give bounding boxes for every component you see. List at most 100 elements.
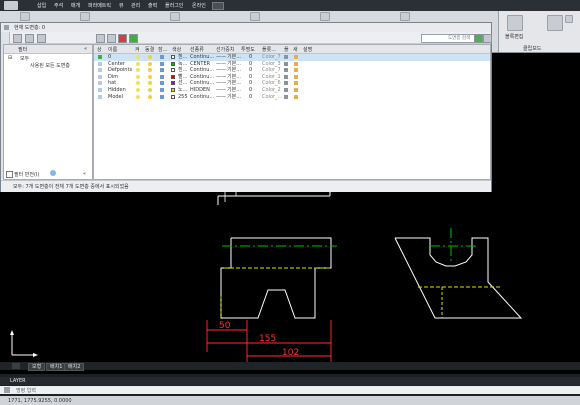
col-plotstyle[interactable]: 플롯... (262, 46, 276, 53)
layer-name[interactable]: Hidden (108, 87, 126, 94)
layer-name[interactable]: Defpoints (108, 67, 132, 74)
new-vp-freeze-icon[interactable] (294, 55, 298, 59)
layer-linetype[interactable]: Continu... (190, 94, 214, 101)
new-vp-freeze-icon[interactable] (294, 61, 298, 66)
sun-icon[interactable] (148, 61, 152, 66)
layer-status-icon[interactable] (98, 88, 102, 92)
state-manager-icon[interactable] (37, 34, 46, 43)
layer-status-icon[interactable] (98, 61, 102, 66)
collapse-bottom-icon[interactable]: « (83, 171, 86, 177)
settings-icon[interactable] (483, 34, 492, 43)
unlock-icon[interactable] (160, 74, 164, 79)
lightbulb-icon[interactable] (136, 74, 140, 79)
layer-status-icon[interactable] (98, 81, 102, 86)
layer-color-name[interactable]: 흰... (178, 67, 187, 74)
layer-lineweight[interactable]: 기본... (227, 80, 241, 87)
printer-icon[interactable] (284, 81, 288, 86)
layer-status-icon[interactable] (98, 94, 102, 99)
layer-transparency[interactable]: 0 (249, 94, 252, 101)
new-filter-icon[interactable] (13, 34, 22, 43)
lightbulb-icon[interactable] (136, 61, 140, 66)
layer-row[interactable]: Dim 빨... Continu... —— 기본... 0 Color_1 (94, 74, 490, 81)
layer-name[interactable]: Model (108, 94, 123, 101)
block-tool-icon[interactable] (400, 12, 410, 21)
layer-status-icon[interactable] (98, 68, 102, 73)
command-input[interactable]: 명령 입력 (0, 386, 580, 394)
printer-icon[interactable] (284, 61, 288, 66)
color-swatch[interactable] (171, 61, 175, 66)
layer-linetype[interactable]: Continu... (190, 80, 214, 87)
new-vp-freeze-icon[interactable] (294, 94, 298, 99)
layer-name[interactable]: 0 (108, 54, 111, 61)
text-tool-icon[interactable] (250, 12, 260, 21)
group-filter-icon[interactable] (25, 34, 34, 43)
unlock-icon[interactable] (160, 55, 164, 59)
invert-filter-checkbox[interactable] (6, 171, 13, 178)
collapse-left-icon[interactable]: « (84, 46, 87, 52)
layer-transparency[interactable]: 0 (249, 54, 252, 61)
unlock-icon[interactable] (160, 61, 164, 66)
col-plot[interactable]: 플 (284, 46, 289, 53)
lightbulb-icon[interactable] (136, 94, 140, 99)
layer-lineweight[interactable]: 기본... (227, 87, 241, 94)
color-swatch[interactable] (171, 88, 175, 92)
col-newvp[interactable]: 새 (293, 46, 298, 53)
move-tool-icon[interactable] (80, 12, 90, 21)
col-color[interactable]: 색상 (172, 46, 181, 53)
ribbon-options-icon[interactable] (212, 2, 224, 10)
menu-online[interactable]: 온라인 (192, 2, 206, 9)
color-swatch[interactable] (171, 81, 175, 86)
menu-insert[interactable]: 삽입 (37, 2, 46, 9)
layer-transparency[interactable]: 0 (249, 67, 252, 74)
sun-icon[interactable] (148, 81, 152, 86)
layer-status-icon[interactable] (98, 55, 102, 59)
color-swatch[interactable] (171, 68, 175, 73)
delete-layer-icon[interactable] (118, 34, 127, 43)
layer-color-name[interactable]: 255 (178, 94, 188, 101)
col-lineweight[interactable]: 선가중치 (216, 46, 234, 53)
col-name[interactable]: 이름 (108, 46, 117, 53)
col-on[interactable]: 켜 (135, 46, 140, 53)
layer-lineweight[interactable]: 기본... (227, 94, 241, 101)
sun-icon[interactable] (148, 74, 152, 79)
layer-color-name[interactable]: 노... (178, 87, 187, 94)
printer-icon[interactable] (284, 68, 288, 73)
col-transparency[interactable]: 투명도 (241, 46, 255, 53)
new-layer-icon[interactable] (96, 34, 105, 43)
menu-output[interactable]: 출력 (148, 2, 157, 9)
color-swatch[interactable] (171, 55, 175, 59)
line-tool-icon[interactable] (20, 12, 30, 21)
sun-icon[interactable] (148, 68, 152, 73)
layer-tool-icon[interactable] (320, 12, 330, 21)
refresh-icon[interactable] (474, 34, 483, 43)
layer-transparency[interactable]: 0 (249, 61, 252, 68)
tree-expand-icon[interactable]: ⊟ (8, 55, 12, 61)
col-status[interactable]: 상 (97, 46, 102, 53)
printer-icon[interactable] (284, 88, 288, 92)
printer-icon[interactable] (284, 55, 288, 59)
layer-linetype[interactable]: CENTER (190, 61, 210, 68)
new-vp-freeze-icon[interactable] (294, 68, 298, 73)
menu-manage[interactable]: 관리 (131, 2, 140, 9)
col-description[interactable]: 설명 (303, 46, 312, 53)
layer-linetype[interactable]: HIDDEN (190, 87, 210, 94)
clipboard-small-icon[interactable] (565, 15, 573, 23)
close-icon[interactable] (4, 25, 9, 30)
tab-nav-icon[interactable] (12, 363, 20, 369)
layer-lineweight[interactable]: 기본... (227, 67, 241, 74)
layer-row[interactable]: 0 흰... Continu... —— 기본... 0 Color_7 (94, 54, 490, 61)
layer-linetype[interactable]: Continu... (190, 54, 214, 61)
layer-row[interactable]: hat 선... Continu... —— 기본... 0 Color_6 (94, 80, 490, 87)
menu-parametric[interactable]: 파라메트릭 (88, 2, 111, 9)
menu-parametric-short[interactable]: 매개 (71, 2, 80, 9)
sun-icon[interactable] (148, 94, 152, 99)
sun-icon[interactable] (148, 88, 152, 92)
layer-color-name[interactable]: 흰... (178, 54, 187, 61)
app-menu-button[interactable] (4, 1, 18, 10)
lightbulb-icon[interactable] (136, 81, 140, 86)
color-swatch[interactable] (171, 74, 175, 79)
unlock-icon[interactable] (160, 81, 164, 86)
invert-filter-checkbox-row[interactable]: 필터 반전(I) « (4, 170, 92, 178)
layer-transparency[interactable]: 0 (249, 87, 252, 94)
col-linetype[interactable]: 선종류 (190, 46, 204, 53)
